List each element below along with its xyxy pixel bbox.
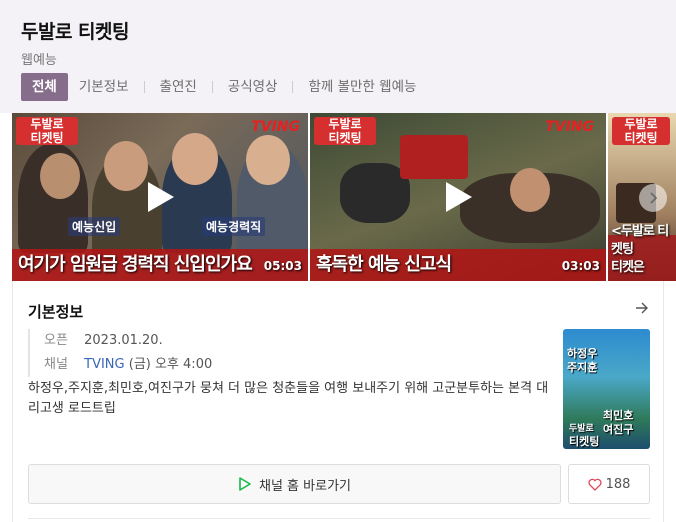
basic-info-section: 기본정보 오픈 2023.01.20. 채널 TVING (금) 오후 4:00… [12,281,664,522]
play-outline-icon [239,477,251,491]
arrow-right-icon[interactable] [635,301,649,315]
show-logo-badge: 두발로 티켓팅 [314,117,376,145]
show-logo-badge: 두발로 티켓팅 [16,117,78,145]
meta-key: 채널 [44,357,68,372]
open-date-value: 2023.01.20. [84,333,163,348]
video-duration: 05:03 [263,259,302,273]
overlay-sticker [400,135,468,179]
like-button[interactable]: 188 [568,464,650,504]
content-card: 두발로 티켓팅 웹예능 전체 기본정보 출연진 공식영상 함께 볼만한 웹예능 … [0,0,676,522]
section-title: 기본정보 [28,303,84,321]
show-logo-badge: 두발로 티켓팅 [612,117,670,145]
tab-divider [211,81,213,93]
tab-all[interactable]: 전체 [21,73,68,101]
show-poster[interactable]: 하정우 주지훈 최민호 여진구 두발로 티켓팅 [563,329,650,449]
open-date-row: 오픈 2023.01.20. [44,329,548,353]
tab-bar: 전체 기본정보 출연진 공식영상 함께 볼만한 웹예능 [21,73,427,101]
video-thumbnail[interactable]: 두발로 티켓팅 TVING 혹독한 예능 신고식 03:03 [310,113,606,281]
page-title: 두발로 티켓팅 [21,21,130,43]
chevron-right-icon [650,192,658,204]
channel-button-label: 채널 홈 바로가기 [259,478,351,494]
tving-logo: TVING [545,119,594,135]
video-caption: <두발로 티켓팅 티켓은 [611,224,669,275]
poster-text: 여진구 [603,423,634,436]
channel-row: 채널 TVING (금) 오후 4:00 [44,353,548,377]
channel-home-button[interactable]: 채널 홈 바로가기 [28,464,561,504]
video-caption: 혹독한 예능 신고식 [316,254,452,275]
video-carousel: 두발로 티켓팅 TVING 예능신입 예능경력직 여기가 임원급 경력직 신입인… [12,113,676,281]
meta-list: 오픈 2023.01.20. 채널 TVING (금) 오후 4:00 [28,329,548,377]
person-face [172,133,218,185]
carousel-next-button[interactable] [639,184,667,212]
tab-cast[interactable]: 출연진 [149,73,208,101]
tab-official-videos[interactable]: 공식영상 [217,73,289,101]
header: 두발로 티켓팅 웹예능 전체 기본정보 출연진 공식영상 함께 볼만한 웹예능 [0,0,676,113]
person-face [510,168,550,212]
person-face [40,153,80,199]
category-label: 웹예능 [21,53,57,68]
meta-key: 오픈 [44,333,68,348]
channel-link[interactable]: TVING [84,357,124,372]
poster-text: 주지훈 [567,361,598,374]
play-icon[interactable] [146,180,176,214]
tab-divider [143,81,145,93]
broadcast-schedule: (금) 오후 4:00 [128,357,213,372]
tab-related-shows[interactable]: 함께 볼만한 웹예능 [297,73,427,101]
badge-text: 두발로 티켓팅 [328,117,362,145]
badge-text: 두발로 티켓팅 [30,117,64,145]
divider [28,518,650,519]
overlay-tag: 예능경력직 [202,217,266,236]
like-count: 188 [605,476,631,492]
show-description: 하정우,주지훈,최민호,여진구가 뭉쳐 더 많은 청춘들을 여행 보내주기 위해… [28,381,549,416]
video-thumbnail[interactable]: 두발로 티켓팅 TVING 예능신입 예능경력직 여기가 임원급 경력직 신입인… [12,113,308,281]
video-caption: 여기가 임원급 경력직 신입인가요 [18,254,253,275]
overlay-tag: 예능신입 [68,217,121,236]
heart-icon [588,478,602,491]
person-face [104,141,148,191]
person-face [246,135,290,185]
video-duration: 03:03 [561,259,600,273]
badge-text: 두발로 티켓팅 [624,117,658,145]
play-icon[interactable] [444,180,474,214]
tab-basic-info[interactable]: 기본정보 [68,73,140,101]
tving-logo: TVING [251,119,300,135]
poster-text: 티켓팅 [569,435,600,448]
tab-divider [292,81,294,93]
